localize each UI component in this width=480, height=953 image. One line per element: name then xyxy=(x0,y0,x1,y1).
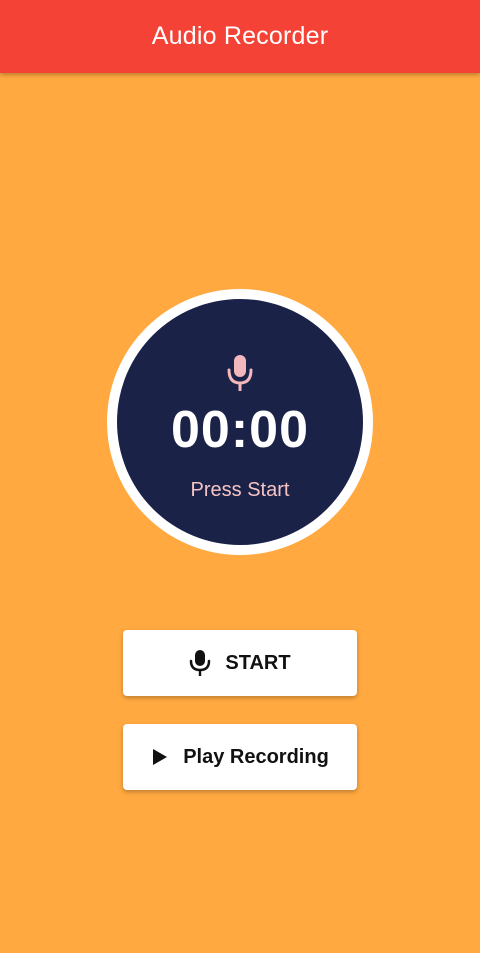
start-button[interactable]: START xyxy=(123,630,357,696)
microphone-icon xyxy=(189,649,211,677)
play-recording-button[interactable]: Play Recording xyxy=(123,724,357,790)
timer-display: 00:00 Press Start xyxy=(117,299,363,545)
play-icon xyxy=(151,747,169,767)
play-button-label: Play Recording xyxy=(183,745,329,768)
timer-ring: 00:00 Press Start xyxy=(107,289,373,555)
app-title: Audio Recorder xyxy=(151,22,329,50)
start-button-label: START xyxy=(225,651,291,674)
app-bar: Audio Recorder xyxy=(0,0,480,73)
timer-value: 00:00 xyxy=(171,401,309,459)
microphone-icon xyxy=(227,355,253,391)
timer-status: Press Start xyxy=(190,479,290,501)
